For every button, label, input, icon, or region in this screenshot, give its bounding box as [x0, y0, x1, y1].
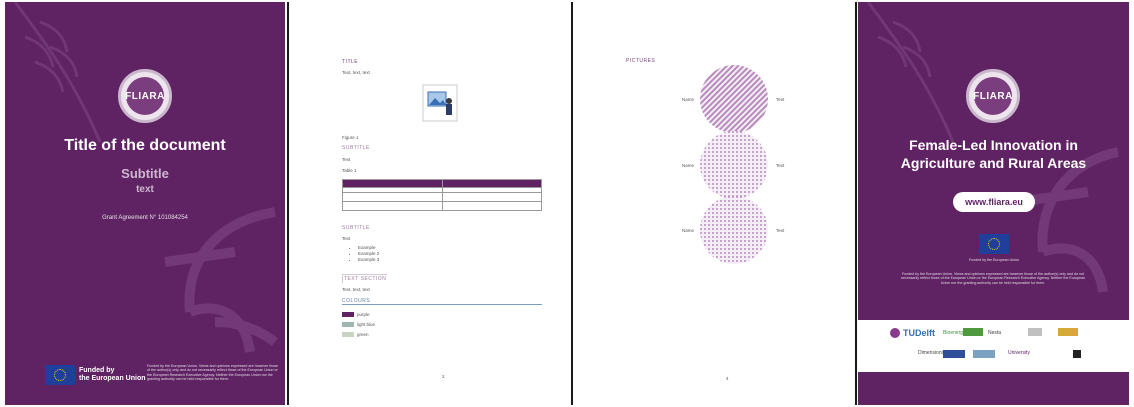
- eu-flag-icon: [979, 234, 1009, 254]
- picture-name-label: Name: [682, 228, 695, 233]
- partner-logo-shape: [973, 350, 995, 358]
- partner-logo-shape: [963, 328, 983, 336]
- page-number: 4: [726, 376, 729, 381]
- cover-page[interactable]: FLIARA Title of the document Subtitle te…: [5, 2, 285, 405]
- funded-by-eu: Funded by the European Union: [79, 367, 146, 383]
- colour-swatch-label: light blue: [357, 322, 376, 327]
- picture-text-label: Text: [776, 228, 785, 233]
- fliara-logo-text: FLIARA: [973, 77, 1012, 115]
- eu-disclaimer: Funded by the European Union. Views and …: [901, 272, 1085, 285]
- cover-text: text: [136, 184, 154, 195]
- table-row: [342, 201, 542, 211]
- partner-logos-band: TUDelft Bioenergy Nesta Dimensions Unive…: [858, 320, 1129, 372]
- eu-stars-icon: [54, 369, 66, 381]
- sample-table: [342, 179, 542, 211]
- template-page[interactable]: TITLE Text, text, text Figure 1 SUBTITLE…: [290, 2, 569, 405]
- colour-swatch-label: purple: [357, 312, 370, 317]
- eu-disclaimer: Funded by the European Union. Views and …: [147, 364, 278, 382]
- picture-placeholder-circle: [700, 65, 768, 133]
- figure-caption: Figure 1: [342, 135, 359, 140]
- eu-flag-icon: [45, 365, 75, 385]
- text-section-body: Text, text, text: [342, 287, 370, 292]
- partner-logo: Dimensions: [918, 350, 945, 356]
- fliara-logo: FLIARA: [966, 69, 1020, 123]
- document-preview-strip: FLIARA Title of the document Subtitle te…: [0, 0, 1134, 407]
- picture-placeholder-circle: [700, 196, 768, 264]
- partner-logo-shape: [943, 350, 965, 358]
- page-divider: [571, 2, 573, 405]
- bullet-item: Example 3: [358, 257, 379, 263]
- colour-swatch-label: green: [357, 332, 369, 337]
- partner-logo: TUDelft: [903, 328, 935, 338]
- picture-name-label: Name: [682, 97, 695, 102]
- pictures-page[interactable]: PICTURES Name Text Name Text Name Text 4: [574, 2, 853, 405]
- subtitle-heading-2: SUBTITLE: [342, 225, 370, 231]
- image-placeholder-icon: [422, 84, 458, 122]
- partner-logo: Nesta: [988, 330, 1002, 336]
- subtitle-heading-1: SUBTITLE: [342, 145, 370, 151]
- page-divider: [287, 2, 289, 405]
- page-divider: [855, 2, 857, 405]
- table-caption: Table 1: [342, 168, 357, 173]
- document-title: Title of the document: [64, 137, 226, 154]
- back-cover-page[interactable]: FLIARA Female-Led Innovation in Agricult…: [858, 2, 1129, 405]
- colours-heading: COLOURS: [342, 298, 542, 305]
- title-body-text: Text, text, text: [342, 70, 370, 75]
- picture-name-label: Name: [682, 163, 695, 168]
- colour-swatch-light-blue: [342, 322, 354, 327]
- fliara-logo: FLIARA: [118, 69, 172, 123]
- background-symbol-decoration: [164, 207, 278, 353]
- subtitle-1-text: Text: [342, 157, 351, 162]
- eu-stars-icon: [988, 238, 1000, 250]
- website-link[interactable]: www.fliara.eu: [953, 192, 1035, 212]
- partner-logo-shape: [1028, 328, 1042, 336]
- text-section-heading: TEXT SECTION: [342, 274, 388, 283]
- project-title-line-2: Agriculture and Rural Areas: [900, 155, 1087, 171]
- picture-text-label: Text: [776, 97, 785, 102]
- document-subtitle: Subtitle: [121, 166, 169, 181]
- partner-logo-shape: [890, 328, 900, 338]
- table-header-row: [342, 179, 542, 188]
- table-row: [342, 192, 542, 202]
- page-number: 2: [442, 374, 445, 379]
- pictures-heading: PICTURES: [626, 58, 656, 64]
- funded-line-2: the European Union: [79, 375, 146, 382]
- picture-text-label: Text: [776, 163, 785, 168]
- funded-caption: Funded by the European Union: [969, 258, 1019, 262]
- grant-agreement-number: Grant Agreement N° 101084254: [102, 215, 188, 221]
- fliara-logo-text: FLIARA: [125, 77, 164, 115]
- project-title-line-1: Female-Led Innovation in: [909, 137, 1078, 153]
- partner-logo-shape: [1073, 350, 1081, 358]
- bullet-list: Example Example 2 Example 3: [350, 245, 379, 263]
- colour-swatch-green: [342, 332, 354, 337]
- section-title-label: TITLE: [342, 59, 359, 65]
- funded-line-1: Funded by: [79, 367, 115, 374]
- picture-placeholder-circle: [700, 131, 768, 199]
- subtitle-2-text: Text: [342, 236, 351, 241]
- colour-swatch-purple: [342, 312, 354, 317]
- partner-logo-shape: [1058, 328, 1078, 336]
- partner-logo: University: [1008, 350, 1030, 356]
